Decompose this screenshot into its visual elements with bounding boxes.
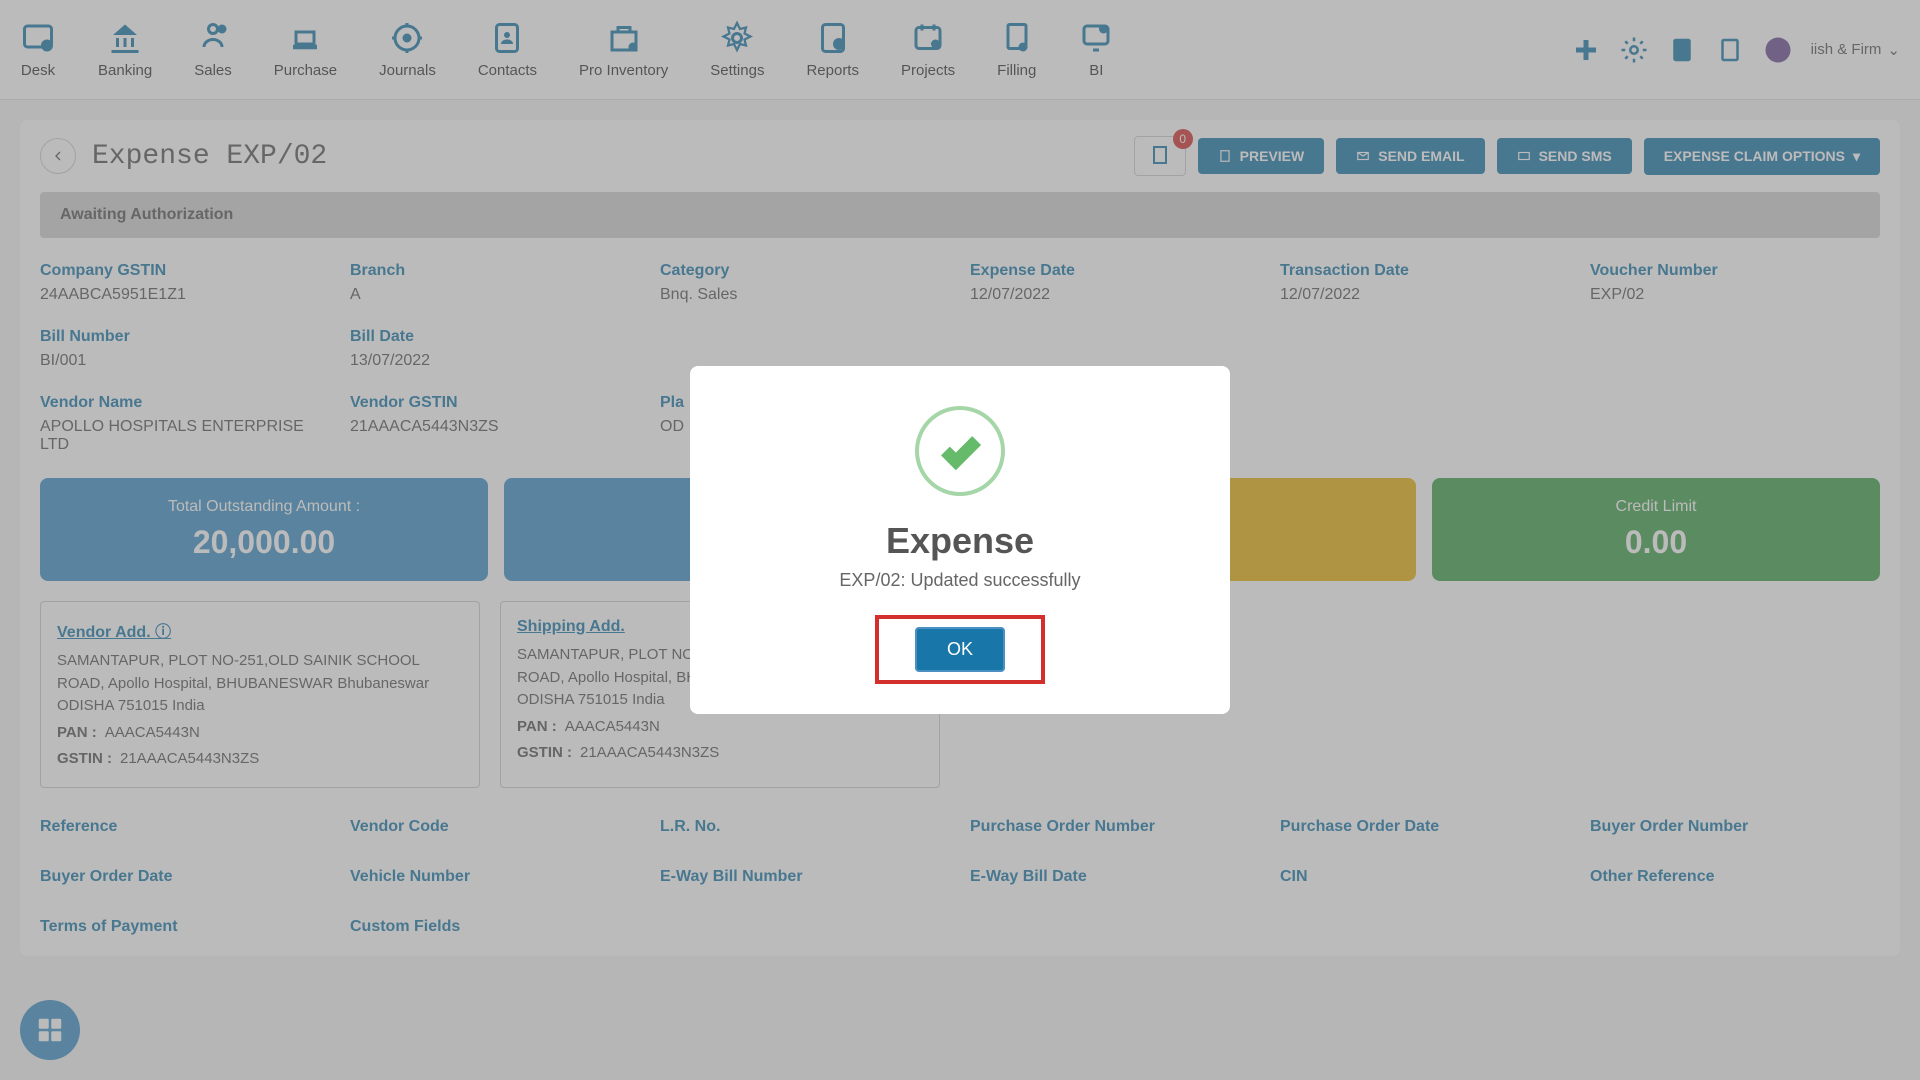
modal-button-highlight: OK	[875, 615, 1045, 684]
modal-title: Expense	[720, 520, 1200, 562]
check-circle-icon	[915, 406, 1005, 496]
modal-overlay: Expense EXP/02: Updated successfully OK	[0, 0, 1920, 1080]
modal-message: EXP/02: Updated successfully	[720, 570, 1200, 591]
success-modal: Expense EXP/02: Updated successfully OK	[690, 366, 1230, 714]
ok-button[interactable]: OK	[915, 627, 1005, 672]
